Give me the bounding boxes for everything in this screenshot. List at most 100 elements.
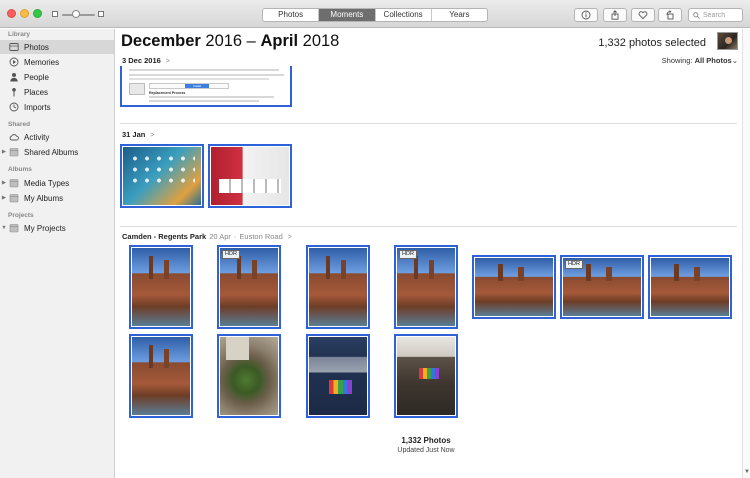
photo-thumbnail[interactable]: HDR [560, 255, 644, 319]
sidebar-item-my-projects[interactable]: ▼ My Projects [0, 221, 114, 235]
chevron-right-icon: > [165, 58, 170, 65]
photo-thumbnail[interactable]: HDR [394, 245, 458, 329]
sidebar-item-label: Places [24, 87, 49, 97]
sidebar-item-activity[interactable]: Activity [0, 130, 114, 144]
tab-photos[interactable]: Photos [263, 9, 320, 21]
photo-image [220, 248, 278, 326]
search-input[interactable] [703, 11, 741, 19]
thumbnail-size-slider[interactable] [52, 10, 106, 18]
sidebar-item-label: People [24, 72, 49, 82]
favorite-button[interactable] [631, 8, 655, 22]
info-button[interactable] [574, 8, 598, 22]
chevron-right-icon: > [287, 234, 292, 241]
chevron-right-icon: > [150, 132, 155, 139]
photo-thumbnail[interactable]: Install Replacement Process [120, 66, 292, 107]
tab-collections[interactable]: Collections [376, 9, 432, 21]
photo-thumbnail[interactable] [129, 334, 193, 418]
slider-knob[interactable] [72, 10, 80, 18]
section-heading-projects: Projects [8, 212, 34, 219]
showing-value: All Photos [694, 56, 732, 65]
sidebar-item-memories[interactable]: Memories [0, 55, 114, 69]
folder-icon [8, 223, 20, 233]
tab-years[interactable]: Years [432, 9, 487, 21]
section-divider [120, 226, 737, 227]
search-field[interactable] [688, 8, 743, 22]
memories-icon [8, 57, 20, 67]
sidebar-item-label: Memories [24, 57, 60, 67]
moment-location: Euston Road [239, 232, 283, 241]
photo-thumbnail[interactable] [120, 144, 204, 208]
disclosure-triangle-icon[interactable]: ▶ [0, 180, 8, 186]
rotate-icon [666, 10, 674, 20]
info-icon [581, 10, 591, 20]
sidebar-item-label: My Albums [24, 193, 64, 203]
photo-thumbnail[interactable] [217, 334, 281, 418]
moment-header[interactable]: 3 Dec 2016 > [122, 56, 170, 65]
photo-image [475, 258, 553, 316]
ipad-screenshot [211, 147, 289, 205]
sidebar-item-shared-albums[interactable]: ▶ Shared Albums [0, 145, 114, 159]
imports-icon [8, 102, 20, 112]
avatar[interactable] [717, 32, 738, 50]
cloud-icon [8, 132, 20, 142]
section-heading-library: Library [8, 31, 31, 38]
tab-moments[interactable]: Moments [319, 9, 376, 21]
section-divider [120, 123, 737, 124]
moment-title: 31 Jan [122, 130, 146, 139]
heart-icon [638, 11, 648, 20]
moment-title: 3 Dec 2016 [122, 56, 161, 65]
search-icon [693, 11, 700, 19]
photo-thumbnail[interactable] [208, 144, 292, 208]
zoom-window-button[interactable] [33, 9, 42, 18]
scrollbar[interactable]: ▼ [742, 29, 750, 478]
photo-count: 1,332 Photos [401, 436, 451, 445]
moment-header[interactable]: 31 Jan > [122, 130, 154, 139]
hdr-badge: HDR [222, 250, 240, 259]
disclosure-triangle-icon[interactable]: ▶ [0, 195, 8, 201]
photo-thumbnail[interactable] [394, 334, 458, 418]
sidebar-item-label: Photos [24, 42, 49, 52]
minimize-window-button[interactable] [20, 9, 29, 18]
folder-icon [8, 178, 20, 188]
photo-thumbnail[interactable] [648, 255, 732, 319]
photo-image [651, 258, 729, 316]
page-title: December 2016 – April 2018 [121, 32, 339, 51]
title-end-year: 2018 [302, 32, 340, 50]
title-start-year: 2016 – [205, 32, 261, 50]
view-segmented-control: Photos Moments Collections Years [262, 8, 488, 22]
people-icon [8, 72, 20, 82]
title-end-month: April [260, 32, 299, 50]
moments-view: December 2016 – April 2018 1,332 photos … [116, 29, 742, 478]
sidebar-item-imports[interactable]: Imports [0, 100, 114, 114]
photo-thumbnail[interactable]: HDR [217, 245, 281, 329]
folder-icon [8, 147, 20, 157]
document-screenshot: Install Replacement Process [123, 67, 289, 104]
sidebar-item-photos[interactable]: Photos [0, 40, 114, 54]
scroll-down-arrow-icon[interactable]: ▼ [744, 469, 750, 475]
rotate-button[interactable] [658, 8, 682, 22]
photo-image [397, 337, 455, 415]
small-size-icon [52, 11, 58, 17]
disclosure-triangle-icon[interactable]: ▼ [0, 225, 8, 231]
photo-image [132, 248, 190, 326]
share-button[interactable] [603, 8, 627, 22]
photo-thumbnail[interactable] [129, 245, 193, 329]
sidebar-item-label: My Projects [24, 223, 66, 233]
sidebar-item-media-types[interactable]: ▶ Media Types [0, 176, 114, 190]
photo-thumbnail[interactable] [306, 245, 370, 329]
sidebar-item-label: Shared Albums [24, 147, 79, 157]
hdr-badge: HDR [399, 250, 417, 259]
sidebar-item-places[interactable]: Places [0, 85, 114, 99]
disclosure-triangle-icon[interactable]: ▶ [0, 149, 8, 155]
moment-header[interactable]: Camden - Regents Park 20 Apr · Euston Road > [122, 232, 292, 241]
photo-thumbnail[interactable] [472, 255, 556, 319]
photo-image [309, 248, 367, 326]
sidebar-item-people[interactable]: People [0, 70, 114, 84]
close-window-button[interactable] [7, 9, 16, 18]
photo-thumbnail[interactable] [306, 334, 370, 418]
sidebar-item-my-albums[interactable]: ▶ My Albums [0, 191, 114, 205]
hdr-badge: HDR [565, 260, 583, 269]
section-heading-albums: Albums [8, 166, 32, 173]
showing-filter[interactable]: Showing: All Photos⌄ [662, 56, 738, 65]
sidebar-item-label: Imports [24, 102, 51, 112]
